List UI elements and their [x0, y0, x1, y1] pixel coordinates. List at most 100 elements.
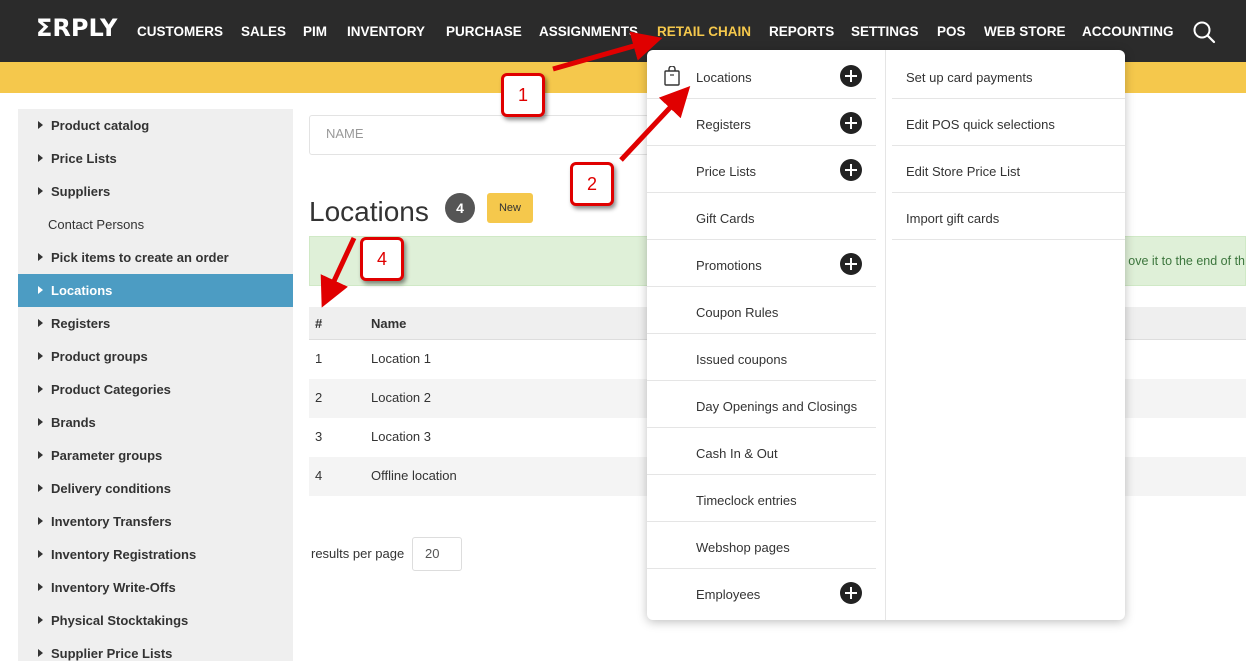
caret-right-icon — [38, 418, 43, 426]
nav-web-store[interactable]: WEB STORE — [984, 24, 1066, 39]
sidebar-item-inventory-transfers[interactable]: Inventory Transfers — [18, 505, 293, 538]
menu-item-webshop-pages[interactable]: Webshop pages — [647, 522, 876, 569]
sidebar-item-label: Inventory Registrations — [51, 547, 197, 562]
menu-item-promotions[interactable]: Promotions — [647, 240, 876, 287]
caret-right-icon — [38, 385, 43, 393]
caret-right-icon — [38, 121, 43, 129]
menu-item-label: Locations — [696, 70, 752, 85]
bag-icon — [664, 66, 680, 86]
menu-item-label: Coupon Rules — [696, 305, 779, 320]
sidebar-item-delivery-conditions[interactable]: Delivery conditions — [18, 472, 293, 505]
sidebar-item-contact-persons[interactable]: Contact Persons — [18, 208, 293, 241]
menu-item-label: Edit POS quick selections — [906, 117, 1055, 132]
caret-right-icon — [38, 583, 43, 591]
annotation-2: 2 — [570, 162, 614, 206]
menu-item-store-price-list[interactable]: Edit Store Price List — [892, 146, 1125, 193]
menu-item-timeclock-entries[interactable]: Timeclock entries — [647, 475, 876, 522]
dropdown-divider — [885, 50, 886, 620]
nav-sales[interactable]: SALES — [241, 24, 286, 39]
new-button[interactable]: New — [487, 193, 533, 223]
menu-item-import-gift-cards[interactable]: Import gift cards — [892, 193, 1125, 240]
row-number: 3 — [315, 429, 323, 444]
sidebar-item-brands[interactable]: Brands — [18, 406, 293, 439]
menu-item-coupon-rules[interactable]: Coupon Rules — [647, 287, 876, 334]
sidebar-item-product-catalog[interactable]: Product catalog — [18, 109, 293, 142]
results-per-page-label: results per page — [311, 546, 405, 561]
nav-retail-chain[interactable]: RETAIL CHAIN — [657, 24, 751, 39]
row-name[interactable]: Location 3 — [371, 429, 431, 444]
sidebar-item-suppliers[interactable]: Suppliers — [18, 175, 293, 208]
caret-right-icon — [38, 286, 43, 294]
nav-pos[interactable]: POS — [937, 24, 966, 39]
sidebar-item-label: Registers — [51, 316, 111, 331]
sidebar-item-inventory-registrations[interactable]: Inventory Registrations — [18, 538, 293, 571]
sidebar-item-registers[interactable]: Registers — [18, 307, 293, 340]
sidebar-item-label: Parameter groups — [51, 448, 163, 463]
sidebar-item-product-groups[interactable]: Product groups — [18, 340, 293, 373]
sidebar-item-label: Product Categories — [51, 382, 171, 397]
name-search-input[interactable]: NAME — [309, 115, 649, 155]
menu-item-registers[interactable]: Registers — [647, 99, 876, 146]
page-title: Locations — [309, 196, 429, 227]
menu-item-label: Timeclock entries — [696, 493, 797, 508]
nav-accounting[interactable]: ACCOUNTING — [1082, 24, 1174, 39]
caret-right-icon — [38, 484, 43, 492]
menu-item-label: Edit Store Price List — [906, 164, 1021, 179]
sidebar-item-supplier-price-lists[interactable]: Supplier Price Lists — [18, 637, 293, 661]
caret-right-icon — [38, 253, 43, 261]
column-header-name[interactable]: Name — [371, 316, 406, 331]
menu-item-day-openings[interactable]: Day Openings and Closings — [647, 381, 876, 428]
menu-item-employees[interactable]: Employees — [647, 569, 876, 616]
menu-item-gift-cards[interactable]: Gift Cards — [647, 193, 876, 240]
sidebar-item-label: Locations — [51, 283, 113, 298]
caret-right-icon — [38, 517, 43, 525]
sidebar-item-locations[interactable]: Locations — [18, 274, 293, 307]
sidebar-item-label: Contact Persons — [48, 217, 145, 232]
menu-item-issued-coupons[interactable]: Issued coupons — [647, 334, 876, 381]
row-name[interactable]: Location 1 — [371, 351, 431, 366]
menu-item-label: Cash In & Out — [696, 446, 778, 461]
sidebar-item-pick-items[interactable]: Pick items to create an order — [18, 241, 293, 274]
menu-item-label: Price Lists — [696, 164, 756, 179]
add-employee-plus-icon[interactable] — [840, 582, 862, 604]
column-header-number[interactable]: # — [315, 316, 322, 331]
add-price-list-plus-icon[interactable] — [840, 159, 862, 181]
row-name[interactable]: Offline location — [371, 468, 457, 483]
search-icon[interactable] — [1192, 20, 1216, 44]
row-number: 4 — [315, 468, 323, 483]
sidebar-item-physical-stocktakings[interactable]: Physical Stocktakings — [18, 604, 293, 637]
sidebar-item-label: Suppliers — [51, 184, 111, 199]
sidebar-item-product-categories[interactable]: Product Categories — [18, 373, 293, 406]
menu-item-price-lists[interactable]: Price Lists — [647, 146, 876, 193]
nav-settings[interactable]: SETTINGS — [851, 24, 919, 39]
erply-logo[interactable]: ΣRPLY — [36, 14, 117, 42]
annotation-1: 1 — [501, 73, 545, 117]
menu-item-label: Webshop pages — [696, 540, 790, 555]
caret-right-icon — [38, 616, 43, 624]
results-per-page-input[interactable]: 20 — [412, 537, 462, 571]
menu-item-pos-quick-selections[interactable]: Edit POS quick selections — [892, 99, 1125, 146]
nav-reports[interactable]: REPORTS — [769, 24, 834, 39]
sidebar-item-price-lists[interactable]: Price Lists — [18, 142, 293, 175]
sidebar-item-label: Product catalog — [51, 118, 150, 133]
menu-item-card-payments[interactable]: Set up card payments — [892, 52, 1125, 99]
sidebar-item-inventory-write-offs[interactable]: Inventory Write-Offs — [18, 571, 293, 604]
sidebar-item-parameter-groups[interactable]: Parameter groups — [18, 439, 293, 472]
sidebar-item-label: Pick items to create an order — [51, 250, 229, 265]
menu-item-label: Registers — [696, 117, 751, 132]
menu-item-cash-in-out[interactable]: Cash In & Out — [647, 428, 876, 475]
menu-item-label: Day Openings and Closings — [696, 399, 858, 414]
menu-item-locations[interactable]: Locations — [647, 52, 876, 99]
add-location-plus-icon[interactable] — [840, 65, 862, 87]
sidebar-item-label: Inventory Transfers — [51, 514, 172, 529]
retail-chain-dropdown: Locations Registers Price Lists Gift Car… — [647, 50, 1125, 620]
nav-assignments[interactable]: ASSIGNMENTS — [539, 24, 638, 39]
nav-customers[interactable]: CUSTOMERS — [137, 24, 223, 39]
nav-inventory[interactable]: INVENTORY — [347, 24, 425, 39]
add-register-plus-icon[interactable] — [840, 112, 862, 134]
menu-item-label: Set up card payments — [906, 70, 1033, 85]
add-promotion-plus-icon[interactable] — [840, 253, 862, 275]
row-name[interactable]: Location 2 — [371, 390, 431, 405]
nav-purchase[interactable]: PURCHASE — [446, 24, 522, 39]
nav-pim[interactable]: PIM — [303, 24, 327, 39]
